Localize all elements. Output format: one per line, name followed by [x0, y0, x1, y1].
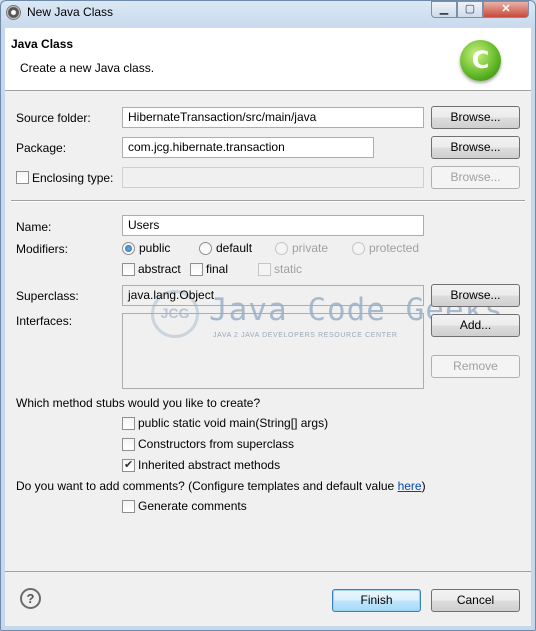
configure-templates-link[interactable]: here — [398, 479, 422, 493]
wizard-description: Create a new Java class. — [20, 61, 155, 75]
modifier-static-checkbox[interactable] — [258, 263, 271, 276]
modifier-default-label: default — [216, 241, 253, 255]
name-label: Name: — [16, 220, 52, 234]
modifier-public-label: public — [139, 241, 171, 255]
superclass-browse-button[interactable]: Browse... — [431, 284, 520, 307]
class-name-input[interactable]: Users — [122, 215, 424, 236]
help-icon[interactable]: ? — [20, 588, 41, 609]
package-input[interactable]: com.jcg.hibernate.transaction — [122, 137, 374, 158]
wizard-header: Java Class Create a new Java class. C — [5, 28, 531, 91]
superclass-label: Superclass: — [16, 289, 79, 303]
generate-comments-checkbox[interactable] — [122, 500, 135, 513]
modifier-protected-radio[interactable] — [352, 242, 365, 255]
close-button[interactable]: ✕ — [483, 1, 529, 18]
footer-separator — [5, 571, 531, 572]
generate-comments-label: Generate comments — [138, 499, 247, 513]
package-browse-button[interactable]: Browse... — [431, 136, 520, 159]
modifier-private-label: private — [292, 241, 329, 255]
interfaces-label: Interfaces: — [16, 314, 73, 328]
source-folder-browse-button[interactable]: Browse... — [431, 106, 520, 129]
modifiers-label: Modifiers: — [16, 242, 69, 256]
modifier-private-radio[interactable] — [275, 242, 288, 255]
package-label: Package: — [16, 141, 67, 155]
enclosing-type-checkbox[interactable] — [16, 171, 29, 184]
maximize-button[interactable]: ▢ — [457, 1, 483, 18]
cancel-button[interactable]: Cancel — [431, 589, 520, 612]
java-class-logo-icon: C — [460, 40, 501, 81]
comments-question: Do you want to add comments? (Configure … — [16, 479, 426, 493]
constructors-checkbox[interactable] — [122, 438, 135, 451]
wizard-title: Java Class — [11, 37, 74, 51]
constructors-label: Constructors from superclass — [138, 437, 295, 451]
modifier-default-radio[interactable] — [199, 242, 212, 255]
add-interface-button[interactable]: Add... — [431, 314, 520, 337]
eclipse-app-icon — [6, 5, 21, 20]
modifier-final-checkbox[interactable] — [190, 263, 203, 276]
method-stubs-question: Which method stubs would you like to cre… — [16, 396, 261, 410]
modifier-final-label: final — [206, 262, 229, 276]
modifier-abstract-label: abstract — [138, 262, 181, 276]
modifier-abstract-checkbox[interactable] — [122, 263, 135, 276]
modifier-protected-label: protected — [369, 241, 420, 255]
modifier-public-radio[interactable] — [122, 242, 135, 255]
separator — [11, 200, 525, 202]
dialog-body: Java Class Create a new Java class. C So… — [5, 28, 531, 626]
main-method-label: public static void main(String[] args) — [138, 416, 329, 430]
inherited-abstract-methods-checkbox[interactable] — [122, 458, 135, 472]
enclosing-type-browse-button[interactable]: Browse... — [431, 166, 520, 189]
interfaces-list[interactable] — [122, 313, 424, 389]
title-bar[interactable]: New Java Class ▁ ▢ ✕ — [1, 1, 535, 25]
modifier-static-label: static — [274, 262, 303, 276]
enclosing-type-label: Enclosing type: — [32, 171, 114, 185]
finish-button[interactable]: Finish — [332, 589, 421, 612]
main-method-checkbox[interactable] — [122, 417, 135, 430]
inherited-abstract-methods-label: Inherited abstract methods — [138, 458, 281, 472]
source-folder-label: Source folder: — [16, 111, 91, 125]
source-folder-input[interactable]: HibernateTransaction/src/main/java — [122, 107, 424, 128]
window-title: New Java Class — [27, 5, 114, 19]
enclosing-type-input[interactable] — [122, 167, 424, 188]
new-java-class-window: New Java Class ▁ ▢ ✕ Java Class Create a… — [0, 0, 536, 631]
minimize-button[interactable]: ▁ — [431, 1, 457, 18]
remove-interface-button[interactable]: Remove — [431, 355, 520, 378]
superclass-input[interactable]: java.lang.Object — [122, 285, 424, 306]
